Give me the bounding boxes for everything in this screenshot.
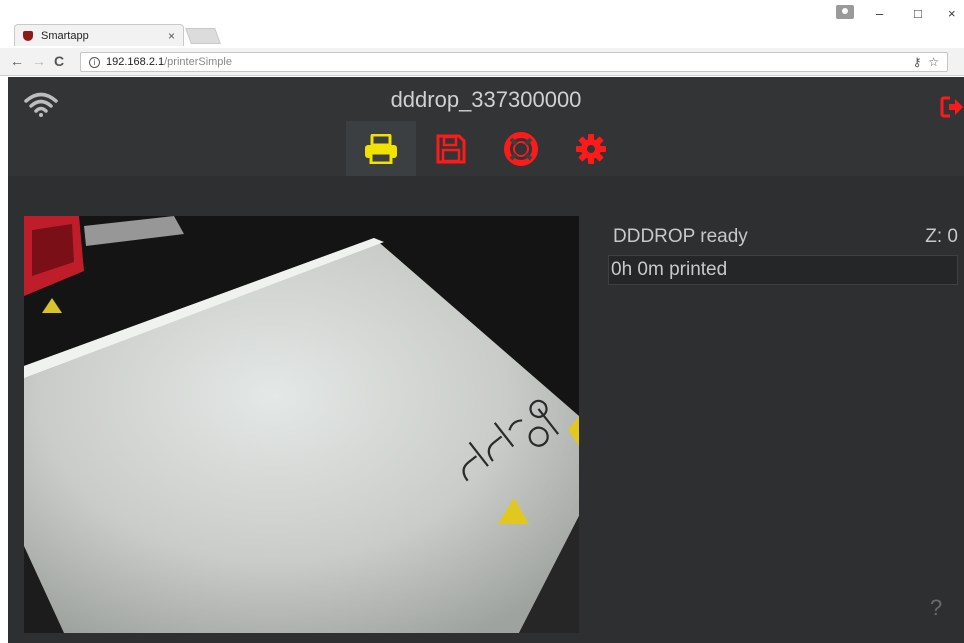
status-row: DDDROP ready Z: 0 — [608, 216, 958, 248]
browser-titlebar: Smartapp × – □ × — [0, 0, 964, 48]
print-icon — [365, 133, 397, 164]
tab-print[interactable] — [346, 121, 416, 176]
profile-icon[interactable] — [836, 5, 854, 19]
print-time-text: 0h 0m printed — [611, 259, 728, 280]
close-window-button[interactable]: × — [948, 6, 956, 21]
gear-icon — [576, 133, 606, 164]
tab-help[interactable] — [486, 121, 556, 176]
app-header: dddrop_337300000 — [8, 77, 964, 176]
star-icon[interactable]: ☆ — [928, 55, 939, 69]
address-bar[interactable]: i 192.168.2.1 /printerSimple ⚷ ☆ — [80, 52, 948, 72]
z-position: Z: 0 — [925, 226, 958, 247]
lifebuoy-icon — [504, 131, 538, 166]
app-favicon-icon — [23, 30, 33, 41]
url-path: /printerSimple — [164, 56, 232, 68]
logout-icon[interactable] — [940, 95, 964, 119]
main-nav — [346, 121, 626, 176]
printer-app: dddrop_337300000 DDDROP ready Z: 0 0h 0m… — [8, 77, 964, 643]
camera-feed — [24, 216, 579, 633]
browser-toolbar: ← → C i 192.168.2.1 /printerSimple ⚷ ☆ — [0, 48, 964, 76]
printer-name: dddrop_337300000 — [390, 87, 582, 112]
key-icon[interactable]: ⚷ — [913, 55, 922, 69]
status-panel: DDDROP ready Z: 0 0h 0m printed — [608, 216, 958, 285]
omnibox-actions: ⚷ ☆ — [913, 55, 939, 69]
browser-tab[interactable]: Smartapp × — [14, 24, 184, 46]
tab-title: Smartapp — [41, 29, 89, 42]
forward-button[interactable]: → — [32, 53, 46, 69]
info-icon[interactable]: i — [89, 56, 100, 68]
tab-settings[interactable] — [556, 121, 626, 176]
tab-close-icon[interactable]: × — [168, 29, 175, 43]
new-tab-button[interactable] — [185, 28, 221, 44]
print-bed-image — [24, 216, 579, 633]
help-icon[interactable]: ? — [930, 595, 942, 621]
save-icon — [436, 134, 466, 163]
back-button[interactable]: ← — [10, 53, 24, 69]
maximize-button[interactable]: □ — [914, 6, 922, 21]
print-progress: 0h 0m printed — [608, 255, 958, 285]
printer-status: DDDROP ready — [613, 226, 748, 247]
url-host: 192.168.2.1 — [106, 56, 165, 68]
minimize-button[interactable]: – — [876, 6, 883, 21]
reload-button[interactable]: C — [54, 53, 64, 69]
tab-files[interactable] — [416, 121, 486, 176]
